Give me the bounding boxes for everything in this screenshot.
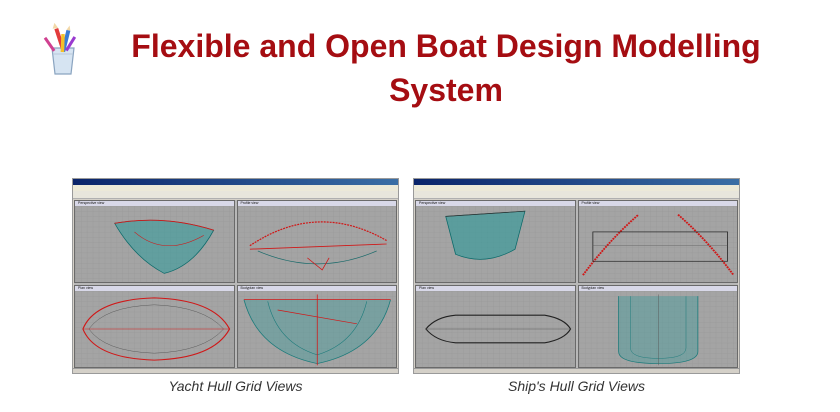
bodyplan-pane: Bodyplan view [577,285,738,368]
yacht-profile-drawing [237,206,396,282]
ship-caption: Ship's Hull Grid Views [507,378,646,394]
yacht-caption: Yacht Hull Grid Views [168,378,303,394]
yacht-hull-screenshot: Perspective view Profile view Plan view [72,178,399,374]
window-toolbar [414,191,739,199]
bodyplan-pane: Bodyplan view [236,285,397,368]
ship-profile-drawing [578,206,737,282]
title-line-1: Flexible and Open Boat Design Modelling [131,28,761,64]
ship-hull-screenshot: Perspective view Profile view Plan view [413,178,740,374]
page-title: Flexible and Open Boat Design Modelling … [96,24,796,112]
window-statusbar [73,368,398,373]
title-line-2: System [389,72,503,108]
ship-perspective-drawing [416,206,575,282]
perspective-pane: Perspective view [74,200,235,283]
yacht-bodyplan-drawing [237,291,396,367]
ship-plan-drawing [416,291,575,367]
view-grid: Perspective view Profile view Plan view [74,200,397,368]
ship-bodyplan-drawing [578,291,737,367]
window-toolbar [73,191,398,199]
page-header: Flexible and Open Boat Design Modelling … [0,0,840,120]
profile-pane: Profile view [577,200,738,283]
plan-pane: Plan view [74,285,235,368]
profile-pane: Profile view [236,200,397,283]
plan-pane: Plan view [415,285,576,368]
yacht-perspective-drawing [75,206,234,282]
view-grid: Perspective view Profile view Plan view [415,200,738,368]
yacht-plan-drawing [75,291,234,367]
window-statusbar [414,368,739,373]
pencil-cup-icon [38,22,88,76]
perspective-pane: Perspective view [415,200,576,283]
